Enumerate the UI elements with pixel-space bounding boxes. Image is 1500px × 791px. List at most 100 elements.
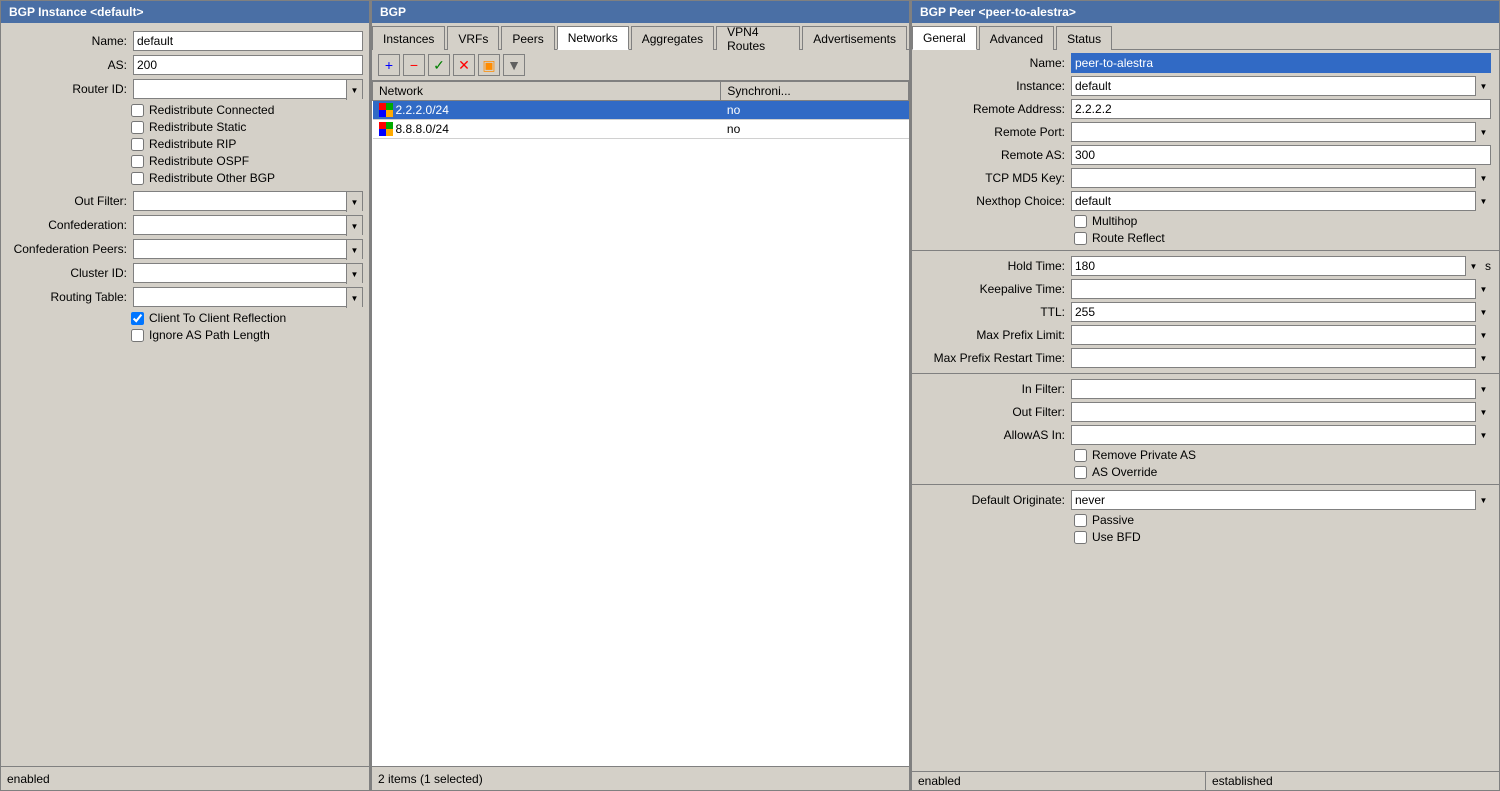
add-button[interactable]: +: [378, 54, 400, 76]
ttl-value: 255: [1075, 305, 1487, 319]
tab-advertisements[interactable]: Advertisements: [802, 26, 907, 50]
nexthop-choice-dropdown[interactable]: default: [1071, 191, 1491, 211]
route-reflect-checkbox[interactable]: [1074, 232, 1087, 245]
allow-as-in-arrow[interactable]: ▼: [1475, 425, 1491, 445]
tcp-md5-dropdown[interactable]: [1071, 168, 1491, 188]
confederation-peers-arrow[interactable]: ▼: [346, 240, 362, 260]
router-id-dropdown[interactable]: ▼: [133, 79, 363, 99]
out-filter-dropdown-wrap: ▼: [133, 191, 363, 211]
hold-time-dropdown[interactable]: 180: [1071, 256, 1481, 276]
tab-vrfs[interactable]: VRFs: [447, 26, 499, 50]
max-prefix-limit-arrow[interactable]: ▼: [1475, 325, 1491, 345]
allow-as-in-dropdown[interactable]: [1071, 425, 1491, 445]
default-originate-row: Default Originate: never ▼: [920, 490, 1491, 510]
ttl-dropdown[interactable]: 255: [1071, 302, 1491, 322]
out-filter-dropdown[interactable]: [1071, 402, 1491, 422]
use-bfd-checkbox[interactable]: [1074, 531, 1087, 544]
confederation-dropdown[interactable]: ▼: [133, 215, 363, 235]
hold-time-arrow[interactable]: ▼: [1465, 256, 1481, 276]
tab-instances[interactable]: Instances: [372, 26, 445, 50]
peer-status-right: established: [1205, 772, 1499, 790]
passive-checkbox[interactable]: [1074, 514, 1087, 527]
remote-port-dropdown[interactable]: [1071, 122, 1491, 142]
routing-table-arrow[interactable]: ▼: [346, 288, 362, 308]
default-originate-arrow[interactable]: ▼: [1475, 490, 1491, 510]
max-prefix-restart-row: Max Prefix Restart Time: ▼: [920, 348, 1491, 368]
peer-instance-dropdown[interactable]: default: [1071, 76, 1491, 96]
redistribute-connected-checkbox[interactable]: [131, 104, 144, 117]
redistribute-other-bgp-row: Redistribute Other BGP: [131, 171, 363, 185]
confederation-row: Confederation: ▼: [7, 215, 363, 235]
name-label: Name:: [7, 34, 127, 48]
routing-table-label: Routing Table:: [7, 290, 127, 304]
remove-private-as-label: Remove Private AS: [1092, 448, 1196, 462]
tab-advanced[interactable]: Advanced: [979, 26, 1054, 50]
keepalive-arrow[interactable]: ▼: [1475, 279, 1491, 299]
apply-button[interactable]: ✓: [428, 54, 450, 76]
remote-port-arrow[interactable]: ▼: [1475, 122, 1491, 142]
redistribute-rip-label: Redistribute RIP: [149, 137, 236, 151]
client-to-client-checkbox[interactable]: [131, 312, 144, 325]
name-input[interactable]: [133, 31, 363, 51]
confederation-peers-dropdown[interactable]: ▼: [133, 239, 363, 259]
tcp-md5-arrow[interactable]: ▼: [1475, 168, 1491, 188]
cancel-button[interactable]: ✕: [453, 54, 475, 76]
max-prefix-restart-dropdown[interactable]: [1071, 348, 1491, 368]
passive-row: Passive: [1074, 513, 1491, 527]
remote-port-label: Remote Port:: [920, 125, 1065, 139]
confederation-peers-row: Confederation Peers: ▼: [7, 239, 363, 259]
tab-networks[interactable]: Networks: [557, 26, 629, 50]
router-id-arrow[interactable]: ▼: [346, 80, 362, 100]
tab-aggregates[interactable]: Aggregates: [631, 26, 714, 50]
as-override-checkbox[interactable]: [1074, 466, 1087, 479]
tab-peers[interactable]: Peers: [501, 26, 554, 50]
remove-private-as-checkbox[interactable]: [1074, 449, 1087, 462]
col-sync[interactable]: Synchroni...: [721, 82, 909, 101]
tab-status[interactable]: Status: [1056, 26, 1112, 50]
network-cell: 2.2.2.0/24: [373, 101, 721, 120]
redistribute-ospf-checkbox[interactable]: [131, 155, 144, 168]
col-network[interactable]: Network: [373, 82, 721, 101]
max-prefix-limit-row: Max Prefix Limit: ▼: [920, 325, 1491, 345]
filter-button[interactable]: ▼: [503, 54, 525, 76]
ttl-arrow[interactable]: ▼: [1475, 302, 1491, 322]
max-prefix-limit-dropdown[interactable]: [1071, 325, 1491, 345]
confederation-arrow[interactable]: ▼: [346, 216, 362, 236]
out-filter-arrow[interactable]: ▼: [346, 192, 362, 212]
nexthop-choice-arrow[interactable]: ▼: [1475, 191, 1491, 211]
table-row[interactable]: 8.8.8.0/24 no: [373, 120, 909, 139]
redistribute-static-label: Redistribute Static: [149, 120, 246, 134]
remote-as-input[interactable]: [1071, 145, 1491, 165]
router-id-label: Router ID:: [7, 82, 127, 96]
redistribute-ospf-row: Redistribute OSPF: [131, 154, 363, 168]
peer-name-input[interactable]: [1071, 53, 1491, 73]
keepalive-time-label: Keepalive Time:: [920, 282, 1065, 296]
peer-instance-arrow[interactable]: ▼: [1475, 76, 1491, 96]
comment-button[interactable]: ▣: [478, 54, 500, 76]
default-originate-dropdown[interactable]: never: [1071, 490, 1491, 510]
ignore-as-path-checkbox[interactable]: [131, 329, 144, 342]
multihop-checkbox[interactable]: [1074, 215, 1087, 228]
redistribute-static-checkbox[interactable]: [131, 121, 144, 134]
redistribute-other-bgp-checkbox[interactable]: [131, 172, 144, 185]
out-filter-arrow[interactable]: ▼: [1475, 402, 1491, 422]
tab-vpn4routes[interactable]: VPN4 Routes: [716, 26, 800, 50]
nexthop-choice-label: Nexthop Choice:: [920, 194, 1065, 208]
routing-table-dropdown[interactable]: ▼: [133, 287, 363, 307]
table-row[interactable]: 2.2.2.0/24 no: [373, 101, 909, 120]
as-input[interactable]: [133, 55, 363, 75]
in-filter-dropdown[interactable]: [1071, 379, 1491, 399]
redistribute-rip-checkbox[interactable]: [131, 138, 144, 151]
remote-address-input[interactable]: [1071, 99, 1491, 119]
max-prefix-restart-arrow[interactable]: ▼: [1475, 348, 1491, 368]
use-bfd-label: Use BFD: [1092, 530, 1141, 544]
cluster-id-arrow[interactable]: ▼: [346, 264, 362, 284]
networks-table: Network Synchroni... 2.2.2.0/24: [372, 81, 909, 139]
keepalive-dropdown[interactable]: [1071, 279, 1491, 299]
redistribute-connected-row: Redistribute Connected: [131, 103, 363, 117]
tab-general[interactable]: General: [912, 26, 977, 50]
cluster-id-dropdown[interactable]: ▼: [133, 263, 363, 283]
in-filter-arrow[interactable]: ▼: [1475, 379, 1491, 399]
remove-button[interactable]: −: [403, 54, 425, 76]
out-filter-dropdown[interactable]: ▼: [133, 191, 363, 211]
